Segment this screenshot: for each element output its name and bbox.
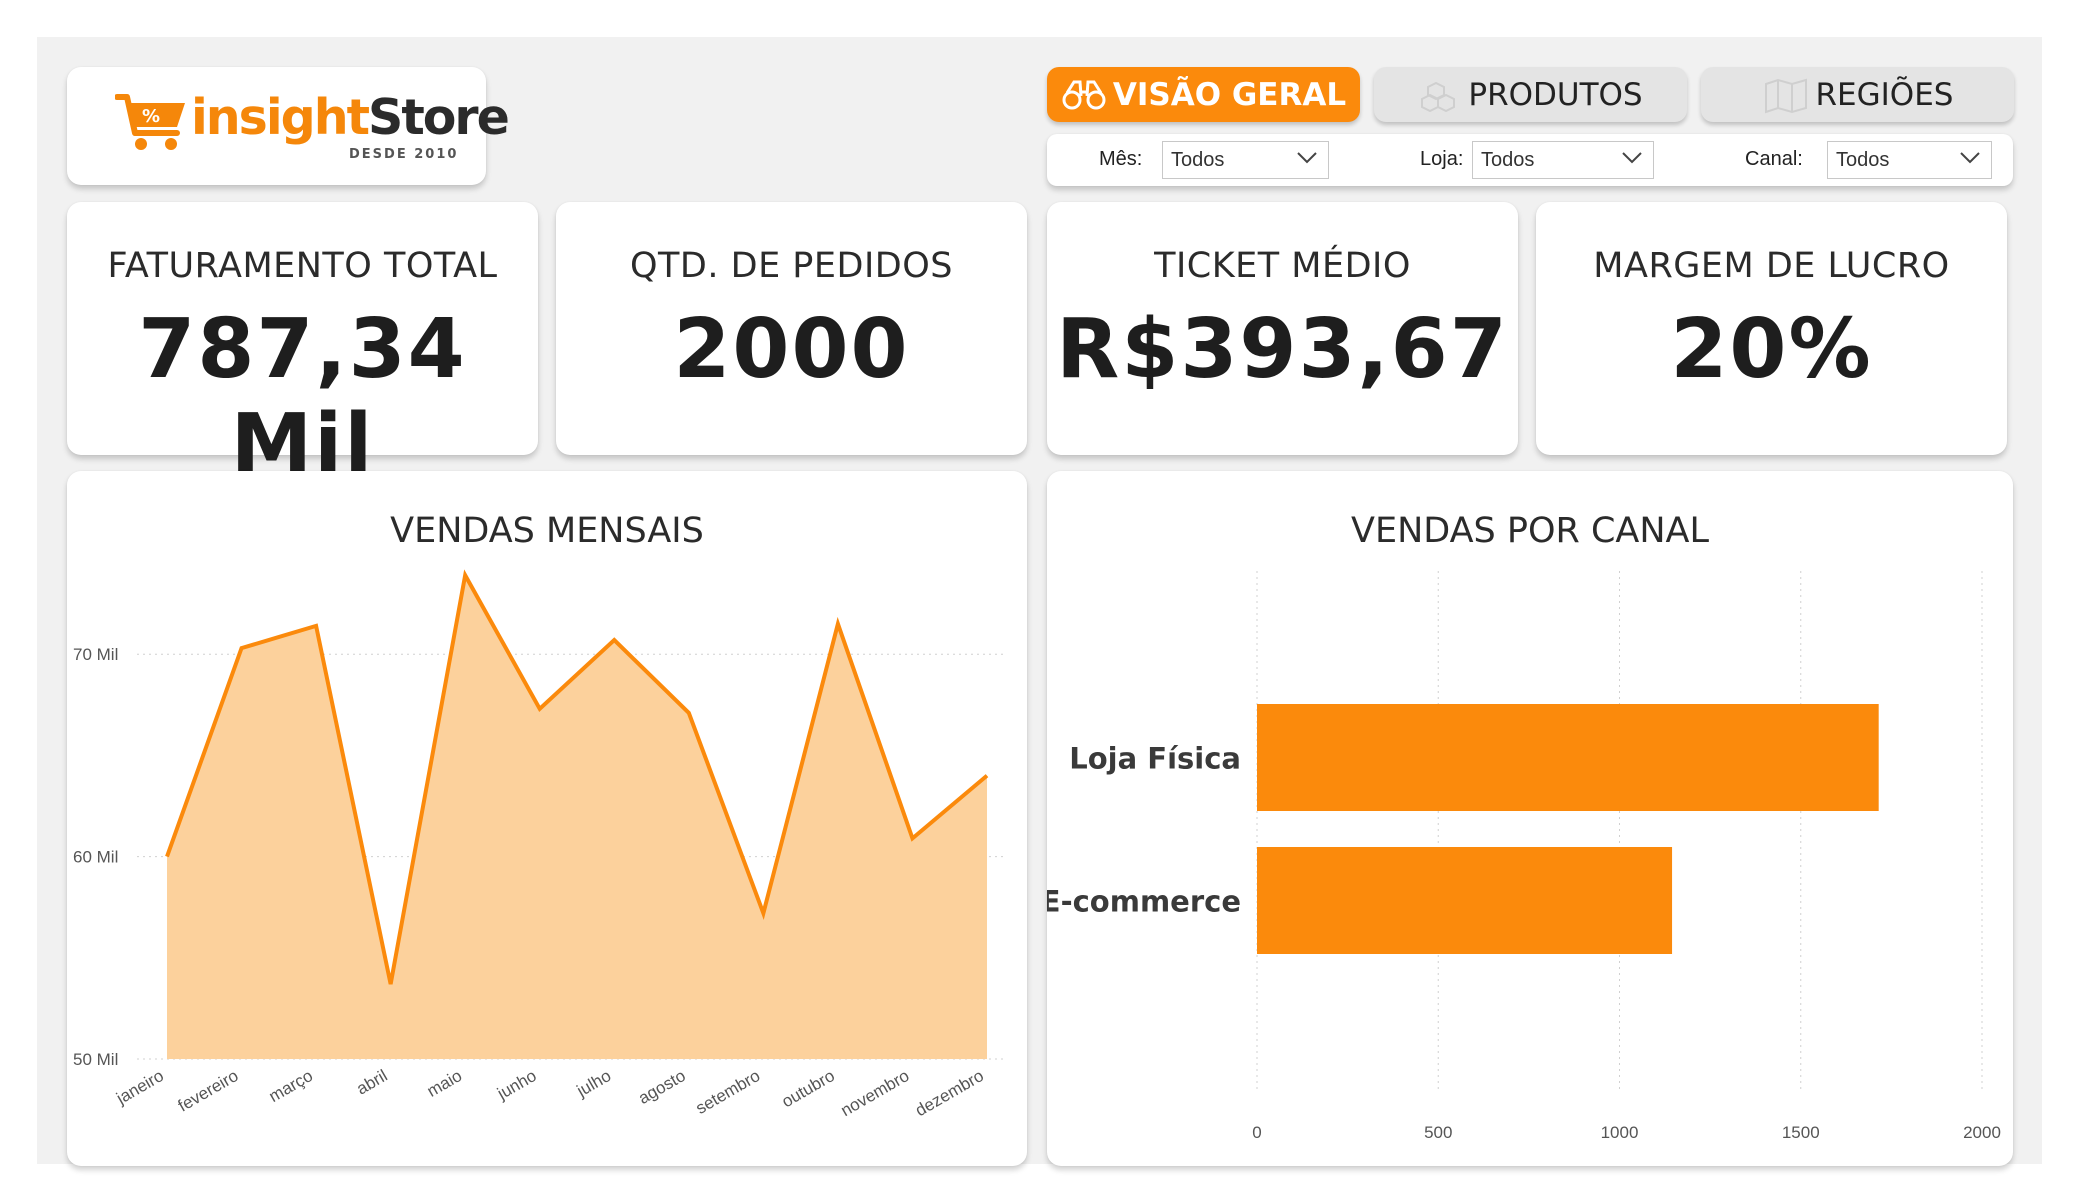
boxes-icon: [1421, 81, 1456, 112]
y-tick-label: 70 Mil: [73, 645, 118, 664]
tab-visao-geral-label: VISÃO GERAL: [1112, 76, 1347, 113]
filter-bar: Mês: Todos Loja: Todos Canal: Todos: [1047, 134, 2013, 186]
channel-sales-card: VENDAS POR CANAL 0 500 1000 1500 2000 Loja Fí…: [1047, 471, 2013, 1166]
kpi-value: R$393,67: [1056, 302, 1509, 397]
kpi-card-avg-ticket: TICKET MÉDIO R$393,67: [1047, 202, 1518, 455]
x-tick-label: março: [266, 1066, 316, 1106]
x-tick-label: 0: [1252, 1123, 1261, 1142]
brand-name: insightStore: [191, 89, 510, 146]
x-tick-label: agosto: [635, 1066, 689, 1108]
brand-tagline: DESDE 2010: [349, 147, 459, 162]
x-tick-label: novembro: [837, 1066, 912, 1120]
bar-loja-física: [1257, 704, 1879, 811]
binoculars-icon: [1062, 80, 1106, 109]
chevron-down-icon: [1960, 152, 1980, 164]
filter-store-select[interactable]: Todos: [1472, 141, 1654, 179]
tab-visao-geral[interactable]: VISÃO GERAL: [1047, 67, 1360, 122]
filter-channel-label: Canal:: [1745, 148, 1803, 170]
monthly-sales-card: VENDAS MENSAIS 50 Mil 60 Mil 70 Mil janeiro…: [67, 471, 1027, 1166]
x-tick-label: 1500: [1782, 1123, 1820, 1142]
kpi-card-revenue: FATURAMENTO TOTAL 787,34 Mil: [67, 202, 538, 492]
x-tick-label: abril: [353, 1066, 390, 1099]
monthly-sales-chart: 50 Mil 60 Mil 70 Mil janeiro fevereiro março a…: [73, 569, 1007, 1120]
logo-card: % insightStore DESDE 2010: [67, 67, 510, 185]
filter-month-value: Todos: [1171, 148, 1225, 171]
x-tick-label: junho: [493, 1066, 539, 1104]
x-tick-label: 1000: [1601, 1123, 1639, 1142]
chevron-down-icon: [1622, 152, 1642, 164]
map-icon: [1764, 78, 1807, 113]
dashboard-canvas: % insightStore DESDE 2010 VISÃO GERAL PR…: [37, 37, 2042, 1166]
bar-e-commerce: [1257, 847, 1673, 954]
y-tick-label: 60 Mil: [73, 848, 118, 867]
kpi-card-orders: QTD. DE PEDIDOS 2000: [556, 202, 1027, 455]
svg-text:%: %: [142, 106, 160, 127]
kpi-title: QTD. DE PEDIDOS: [629, 246, 954, 286]
tab-regioes-label: REGIÕES: [1815, 76, 1954, 113]
kpi-title: MARGEM DE LUCRO: [1593, 246, 1950, 286]
filter-month-label: Mês:: [1099, 148, 1143, 170]
tab-regioes[interactable]: REGIÕES: [1701, 67, 2014, 122]
x-tick-label: fevereiro: [175, 1066, 242, 1116]
kpi-title: FATURAMENTO TOTAL: [107, 246, 498, 286]
y-category-label: E-commerce: [1047, 885, 1241, 919]
filter-channel-select[interactable]: Todos: [1827, 141, 1992, 179]
brand-name-part2: Store: [368, 89, 510, 146]
kpi-value: 2000: [673, 302, 910, 397]
x-tick-label: outubro: [778, 1066, 837, 1111]
area-fill: [167, 575, 987, 1059]
tab-produtos-label: PRODUTOS: [1468, 76, 1643, 113]
filter-store-value: Todos: [1481, 148, 1535, 171]
chevron-down-icon: [1297, 152, 1317, 164]
kpi-title: TICKET MÉDIO: [1154, 246, 1411, 286]
x-tick-label: setembro: [692, 1066, 763, 1118]
kpi-value: 20%: [1670, 302, 1873, 397]
y-category-label: Loja Física: [1069, 742, 1241, 776]
y-tick-label: 50 Mil: [73, 1050, 118, 1069]
x-tick-label: dezembro: [912, 1066, 987, 1120]
filter-channel-value: Todos: [1836, 148, 1890, 171]
filter-month-select[interactable]: Todos: [1162, 141, 1329, 179]
filter-store-label: Loja:: [1420, 148, 1464, 170]
x-tick-label: 500: [1424, 1123, 1452, 1142]
x-tick-label: 2000: [1963, 1123, 2001, 1142]
x-tick-label: maio: [424, 1066, 465, 1101]
kpi-card-profit-margin: MARGEM DE LUCRO 20%: [1536, 202, 2007, 455]
shopping-cart-logo-icon: %: [115, 94, 185, 150]
brand-name-part1: insight: [191, 89, 370, 146]
tab-produtos[interactable]: PRODUTOS: [1374, 67, 1687, 122]
x-tick-label: julho: [573, 1066, 614, 1101]
kpi-value: 787,34 Mil: [138, 302, 467, 492]
channel-sales-chart: 0 500 1000 1500 2000 Loja Física E-commerce: [1047, 571, 2001, 1142]
x-tick-label: janeiro: [112, 1066, 167, 1108]
